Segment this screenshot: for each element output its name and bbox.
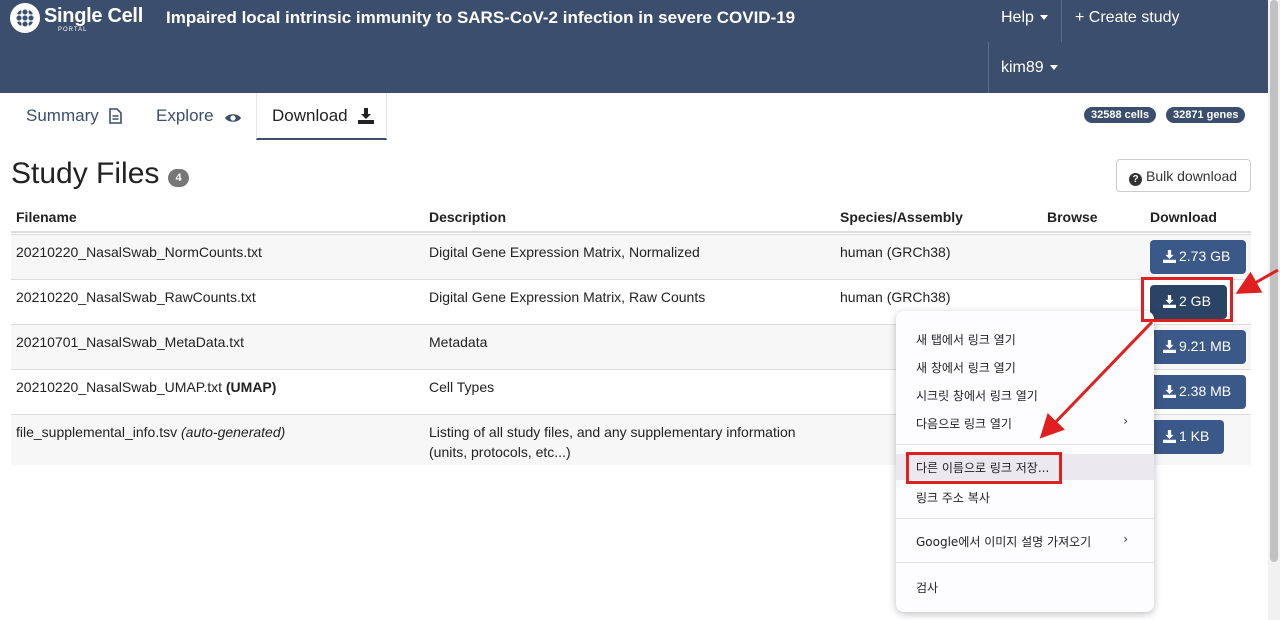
annotation-arrow-to-menu-item (1039, 320, 1154, 439)
annotation-arrows (1039, 268, 1279, 439)
annotation-arrow-to-button (1235, 268, 1279, 294)
